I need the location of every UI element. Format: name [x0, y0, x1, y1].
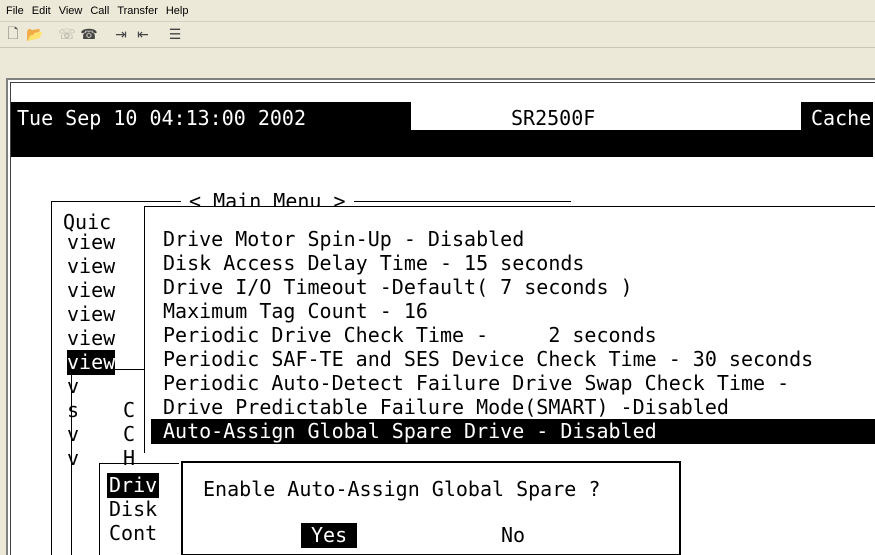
cache-label: Cache	[811, 106, 872, 130]
submenu-item[interactable]: Maximum Tag Count - 16	[163, 299, 428, 324]
model-field: SR2500F	[411, 102, 801, 130]
terminal-frame: Tue Sep 10 04:13:00 2002 SR2500F Cache <…	[6, 78, 875, 555]
submenu-item[interactable]: Drive I/O Timeout -Default( 7 seconds )	[163, 275, 633, 300]
menu-help[interactable]: Help	[162, 0, 193, 22]
toolbar-separator	[46, 24, 56, 46]
submenu-item-selected[interactable]: Auto-Assign Global Spare Drive - Disable…	[151, 419, 875, 444]
submenu-item[interactable]: Disk Access Delay Time - 15 seconds	[163, 251, 584, 276]
no-button[interactable]: No	[501, 523, 525, 548]
receive-icon[interactable]: ⇤	[132, 24, 154, 46]
drive-item-selected[interactable]: Driv	[107, 473, 160, 498]
datetime-label: Tue Sep 10 04:13:00 2002	[17, 106, 306, 130]
menu-edit[interactable]: Edit	[28, 0, 55, 22]
yes-button[interactable]: Yes	[301, 523, 358, 548]
submenu-item[interactable]: Drive Motor Spin-Up - Disabled	[163, 227, 524, 252]
properties-icon[interactable]: ☰	[164, 24, 186, 46]
submenu-item[interactable]: Periodic SAF-TE and SES Device Check Tim…	[163, 347, 813, 372]
new-icon[interactable]: 🗋	[2, 24, 24, 46]
main-menu-item[interactable]: view	[67, 326, 115, 351]
menu-file[interactable]: File	[2, 0, 28, 22]
disk-item[interactable]: Disk	[109, 497, 157, 522]
menu-call[interactable]: Call	[86, 0, 113, 22]
menu-view[interactable]: View	[55, 0, 87, 22]
submenu-letter: C	[123, 422, 136, 446]
model-label: SR2500F	[511, 106, 596, 130]
submenu-letter: C	[123, 398, 136, 422]
drive-parameters-menu: Drive Motor Spin-Up - Disabled Disk Acce…	[144, 206, 875, 453]
submenu-item[interactable]: Periodic Drive Check Time - 2 seconds	[163, 323, 657, 348]
open-icon[interactable]: 📂	[24, 24, 46, 46]
dialog-question: Enable Auto-Assign Global Spare ?	[203, 477, 601, 501]
main-menu-item[interactable]: view	[67, 302, 115, 327]
terminal-viewport[interactable]: Tue Sep 10 04:13:00 2002 SR2500F Cache <…	[10, 82, 875, 555]
main-menu-item[interactable]: view	[67, 254, 115, 279]
toolbar-separator	[154, 24, 164, 46]
disconnect-icon[interactable]: ☏	[56, 24, 78, 46]
terminal-screen: Tue Sep 10 04:13:00 2002 SR2500F Cache <…	[11, 83, 875, 555]
main-menu-item[interactable]: view	[67, 278, 115, 303]
confirm-dialog: Enable Auto-Assign Global Spare ? Yes No	[181, 461, 681, 555]
controller-item[interactable]: Cont	[109, 521, 157, 546]
toolbar-separator	[100, 24, 110, 46]
menu-bar: File Edit View Call Transfer Help	[0, 0, 875, 22]
submenu-item[interactable]: Periodic Auto-Detect Failure Drive Swap …	[163, 371, 789, 396]
submenu-item[interactable]: Drive Predictable Failure Mode(SMART) -D…	[163, 395, 729, 420]
menu-transfer[interactable]: Transfer	[113, 0, 162, 22]
connect-icon[interactable]: ☎	[78, 24, 100, 46]
toolbar: 🗋 📂 ☏ ☎ ⇥ ⇤ ☰	[0, 22, 875, 48]
main-menu-item[interactable]: view	[67, 230, 115, 255]
send-icon[interactable]: ⇥	[110, 24, 132, 46]
